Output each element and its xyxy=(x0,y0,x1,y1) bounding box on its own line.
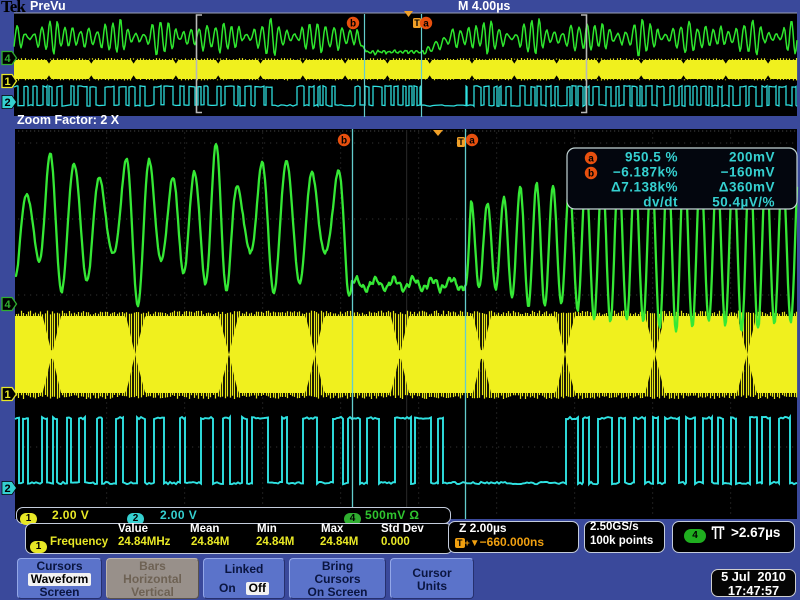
svg-text:2: 2 xyxy=(4,483,10,495)
svg-text:Δ360mV: Δ360mV xyxy=(719,180,775,195)
svg-text:a: a xyxy=(423,19,429,30)
svg-text:−6.187k%: −6.187k% xyxy=(613,165,678,180)
svg-text:dv/dt: dv/dt xyxy=(643,195,678,210)
svg-text:1: 1 xyxy=(4,389,10,401)
svg-text:Δ7.138k%: Δ7.138k% xyxy=(611,180,678,195)
svg-text:T: T xyxy=(414,18,420,28)
svg-text:a: a xyxy=(469,136,475,147)
svg-text:T: T xyxy=(458,137,464,147)
svg-text:4: 4 xyxy=(4,53,11,65)
svg-text:a: a xyxy=(588,154,594,165)
svg-text:b: b xyxy=(341,136,347,147)
svg-text:50.4µV/%: 50.4µV/% xyxy=(712,195,775,210)
svg-text:4: 4 xyxy=(4,299,11,311)
svg-text:2: 2 xyxy=(4,97,10,109)
svg-text:−160mV: −160mV xyxy=(721,165,775,180)
svg-text:b: b xyxy=(588,169,594,180)
svg-text:1: 1 xyxy=(4,76,10,88)
svg-text:b: b xyxy=(350,19,356,30)
svg-text:200mV: 200mV xyxy=(729,150,775,165)
svg-text:950.5 %: 950.5 % xyxy=(625,150,678,165)
